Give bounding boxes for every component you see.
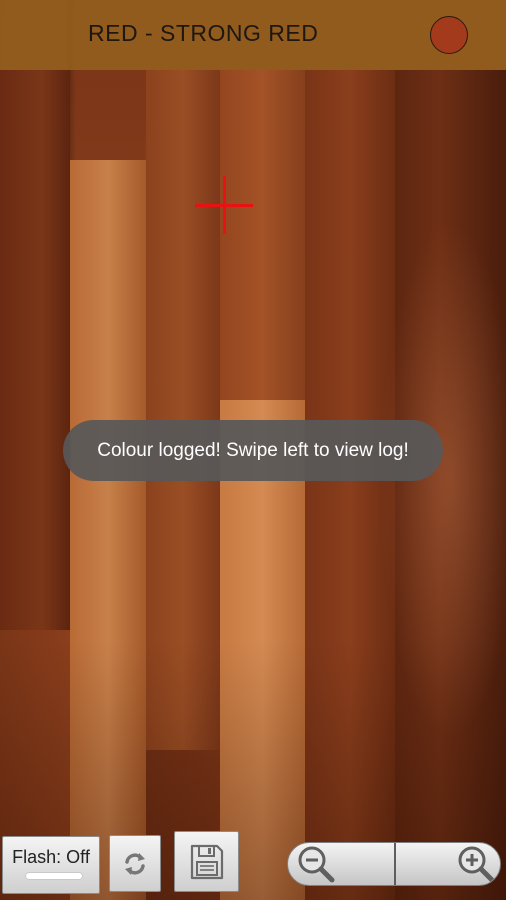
color-name-label: RED - STRONG RED — [88, 20, 319, 46]
flash-label: Flash: Off — [12, 847, 90, 867]
floor-plank — [220, 70, 305, 400]
zoom-control — [287, 842, 501, 886]
switch-camera-button[interactable] — [109, 835, 161, 892]
refresh-icon — [110, 836, 160, 891]
zoom-out-icon — [288, 843, 394, 885]
zoom-out-button[interactable] — [288, 843, 394, 885]
zoom-in-button[interactable] — [396, 843, 500, 885]
crosshair-vertical — [223, 176, 226, 234]
save-button[interactable] — [174, 831, 239, 892]
zoom-in-icon — [396, 843, 500, 885]
floppy-disk-icon — [175, 832, 238, 891]
color-swatch — [430, 16, 468, 54]
flash-indicator — [25, 872, 83, 880]
toast-message: Colour logged! Swipe left to view log! — [63, 420, 443, 481]
color-info-bar: RED - STRONG RED — [0, 0, 506, 70]
crosshair-icon — [195, 176, 253, 234]
flash-toggle-button[interactable]: Flash: Off — [2, 836, 100, 894]
